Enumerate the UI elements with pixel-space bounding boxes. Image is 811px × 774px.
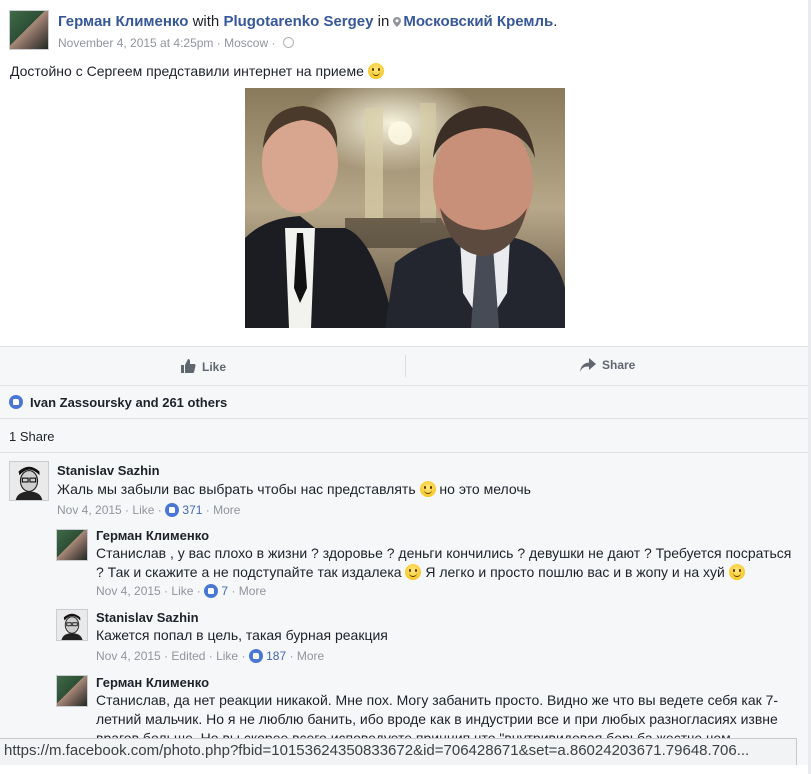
comment-like-link[interactable]: Like [171,584,193,598]
like-button[interactable]: Like [180,358,226,374]
commenter-avatar[interactable] [56,675,88,707]
comment-text-part-2: но это мелочь [439,481,531,497]
comment-text-line-2-b: Я легко и просто пошлю вас и в жопу и на… [425,564,725,580]
commenter-name-link[interactable]: Stanislav Sazhin [96,610,199,625]
post-date-link[interactable]: November 4, 2015 at 4:25pm [58,36,213,50]
avatar-portrait-image [10,462,48,500]
location-pin-icon [393,17,402,27]
commenter-avatar[interactable] [56,609,88,641]
comment-meta: Nov 4, 2015 · Like · 7 · More [96,584,267,598]
comment: Stanislav Sazhin Жаль мы забыли вас выбр… [0,453,811,523]
actions-divider [405,355,406,377]
post-meta: November 4, 2015 at 4:25pm · Moscow · [58,36,294,50]
comment-like-count[interactable]: 7 [221,584,228,598]
photo-area [0,88,811,346]
with-word: with [192,13,220,30]
commenter-name-link[interactable]: Герман Клименко [96,675,209,690]
shares-row[interactable]: 1 Share [0,419,811,453]
comment-like-count[interactable]: 187 [266,649,286,663]
comment-date-link[interactable]: Nov 4, 2015 [96,649,161,663]
comment-text: Жаль мы забыли вас выбрать чтобы нас пре… [57,480,531,499]
comment-like-link[interactable]: Like [216,649,238,663]
smile-emoji-icon [367,63,384,79]
like-button-label: Like [202,360,227,374]
comment-reply: Stanislav Sazhin Кажется попал в цель, т… [0,603,811,669]
comment-text-line-2: летний мальчик. Но я не люблю банить, иб… [96,711,778,727]
comment-text: Кажется попал в цель, такая бурная реакц… [96,627,388,643]
comment-meta: Nov 4, 2015 · Like · 371 · More [57,503,241,517]
comment-date-link[interactable]: Nov 4, 2015 [96,584,161,598]
smile-emoji-icon [405,564,422,580]
post-header: Герман Клименко with Plugotarenko Sergey… [0,0,811,88]
comment-text-line-1: Станислав , у вас плохо в жизни ? здоров… [96,545,792,561]
likes-summary-row[interactable]: Ivan Zassoursky and 261 others [0,386,811,419]
comments-section: Stanislav Sazhin Жаль мы забыли вас выбр… [0,453,811,774]
title-period: . [553,13,558,30]
like-reaction-icon [204,584,219,598]
post-title: Герман Клименко with Plugotarenko Sergey… [58,13,557,30]
smile-emoji-icon [419,481,436,497]
post-location: Moscow [224,36,269,50]
like-reaction-icon [248,649,263,663]
browser-status-bar: https://m.facebook.com/photo.php?fbid=10… [0,738,797,765]
meta-separator: · [216,36,221,50]
comment-text: Станислав , у вас плохо в жизни ? здоров… [96,544,808,582]
thumbs-up-icon [181,359,196,373]
share-arrow-icon [580,358,596,372]
share-button-label: Share [602,358,636,372]
avatar-portrait-image [57,610,87,640]
author-name-link[interactable]: Герман Клименко [58,13,188,30]
comment-text-part-1: Жаль мы забыли вас выбрать чтобы нас пре… [57,481,416,497]
comment-date-link[interactable]: Nov 4, 2015 [57,503,122,517]
status-url: https://m.facebook.com/photo.php?fbid=10… [4,742,750,759]
likes-summary-text[interactable]: Ivan Zassoursky and 261 others [30,395,227,410]
comment-text-line-2: ? Так и скажите а не подступайте так изд… [96,563,808,582]
share-button[interactable]: Share [580,358,635,372]
comment-meta: Nov 4, 2015 · Edited · Like · 187 · More [96,649,325,663]
meta-separator-2: · [271,36,276,50]
bottom-edge [0,765,811,774]
tagged-person-link[interactable]: Plugotarenko Sergey [223,13,373,30]
comment-more-link[interactable]: More [213,503,240,517]
commenter-avatar[interactable] [56,529,88,561]
comment-text-line-2-a: ? Так и скажите а не подступайте так изд… [96,564,402,580]
comment-reply: Герман Клименко Станислав , у вас плохо … [0,523,811,603]
photo-image [245,88,565,328]
shares-count-text[interactable]: 1 Share [9,429,55,444]
like-reaction-icon [165,503,180,517]
privacy-globe-icon[interactable] [282,37,294,48]
comment-text-line-1: Станислав, да нет реакции никакой. Мне п… [96,692,779,708]
in-word: in [377,13,390,30]
commenter-name-link[interactable]: Герман Клименко [96,528,209,543]
like-reaction-icon [9,395,23,409]
post-actions-bar: Like Share [0,346,811,386]
smile-emoji-icon [728,564,745,580]
post-photo[interactable] [245,88,565,328]
commenter-name-link[interactable]: Stanislav Sazhin [57,463,160,478]
post-text-content: Достойно с Сергеем представили интернет … [10,63,364,79]
comment-like-link[interactable]: Like [132,503,154,517]
comment-edited-label[interactable]: Edited [171,649,205,663]
comment-more-link[interactable]: More [239,584,266,598]
post-text: Достойно с Сергеем представили интернет … [10,63,384,79]
place-link[interactable]: Московский Кремль [403,13,553,30]
comment-more-link[interactable]: More [297,649,324,663]
comment-like-count[interactable]: 371 [182,503,202,517]
author-avatar[interactable] [9,10,49,50]
commenter-avatar[interactable] [9,461,49,501]
